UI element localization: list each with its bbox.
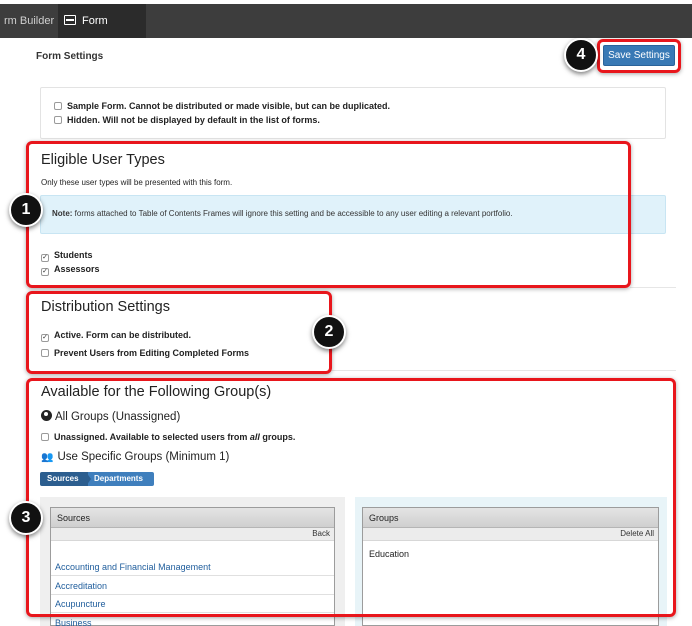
sample-form-label: Sample Form. Cannot be distributed or ma… xyxy=(67,101,391,111)
annotation-badge-4: 4 xyxy=(564,38,598,72)
annotation-badge-1: 1 xyxy=(9,193,43,227)
tab-form-builder[interactable]: rm Builder xyxy=(0,4,54,38)
divider xyxy=(332,370,676,371)
annotation-box-groups xyxy=(26,378,676,617)
divider xyxy=(630,287,676,288)
form-icon xyxy=(64,15,76,25)
sample-form-checkbox[interactable] xyxy=(54,102,62,110)
form-options-panel xyxy=(40,87,666,139)
screenshot-frame: rm Builder Form Settings Form Settings S… xyxy=(0,0,692,626)
annotation-box-save xyxy=(597,39,681,73)
sample-form-option[interactable]: Sample Form. Cannot be distributed or ma… xyxy=(54,101,390,111)
top-nav-bar: rm Builder Form Settings xyxy=(0,4,692,61)
tab-form-settings[interactable]: Form Settings xyxy=(58,4,146,61)
hidden-label: Hidden. Will not be displayed by default… xyxy=(67,115,320,125)
annotation-box-eligible xyxy=(26,141,631,288)
annotation-badge-2: 2 xyxy=(312,315,346,349)
page-title: Form Settings xyxy=(36,51,104,62)
hidden-checkbox[interactable] xyxy=(54,116,62,124)
hidden-option[interactable]: Hidden. Will not be displayed by default… xyxy=(54,115,320,125)
annotation-box-distribution xyxy=(26,291,332,374)
annotation-badge-3: 3 xyxy=(9,501,43,535)
